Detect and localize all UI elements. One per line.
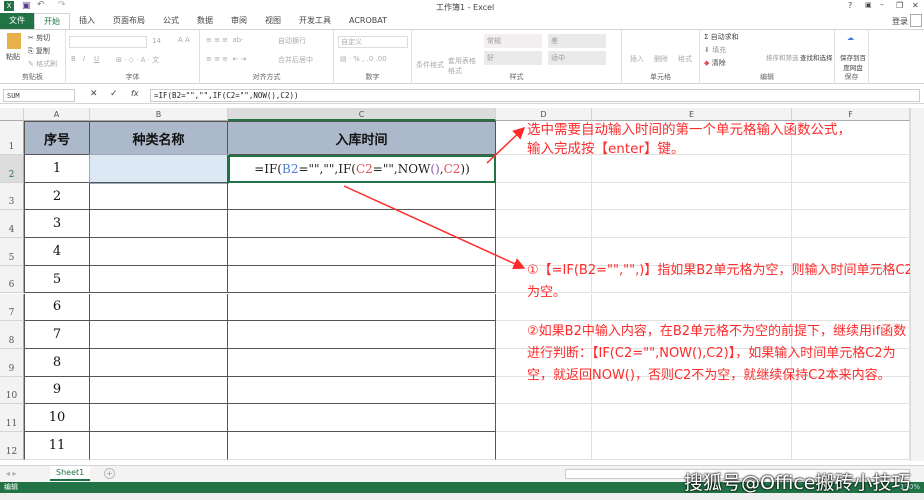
annotation-top-line2: 输入完成按【enter】键。 bbox=[527, 141, 685, 157]
arrow-to-top-note bbox=[486, 126, 526, 164]
annotation-top-line1: 选中需要自动输入时间的第一个单元格输入函数公式， bbox=[527, 122, 851, 138]
annotation-note2: ②如果B2中输入内容，在B2单元格不为空的前提下，继续用if函数进行判断：【IF… bbox=[527, 324, 907, 383]
sheet-nav-arrows[interactable]: ◂ ▸ bbox=[6, 469, 17, 478]
add-sheet-button[interactable]: + bbox=[104, 468, 115, 479]
watermark: 搜狐号@Office搬砖小技巧 bbox=[684, 472, 911, 494]
sheet-tab-sheet1[interactable]: Sheet1 bbox=[50, 466, 91, 481]
arrow-to-note1 bbox=[343, 185, 526, 270]
vertical-scrollbar[interactable] bbox=[910, 108, 924, 461]
annotation-note1: ①【=IF(B2="","",)】指如果B2单元格为空，则输入时间单元格C2为空… bbox=[527, 263, 913, 300]
taskbar-strip bbox=[0, 493, 924, 500]
annotation-arrows bbox=[343, 126, 526, 270]
annotation-top: 选中需要自动输入时间的第一个单元格输入函数公式， 输入完成按【enter】键。 bbox=[527, 121, 917, 159]
status-mode: 编辑 bbox=[4, 483, 18, 491]
